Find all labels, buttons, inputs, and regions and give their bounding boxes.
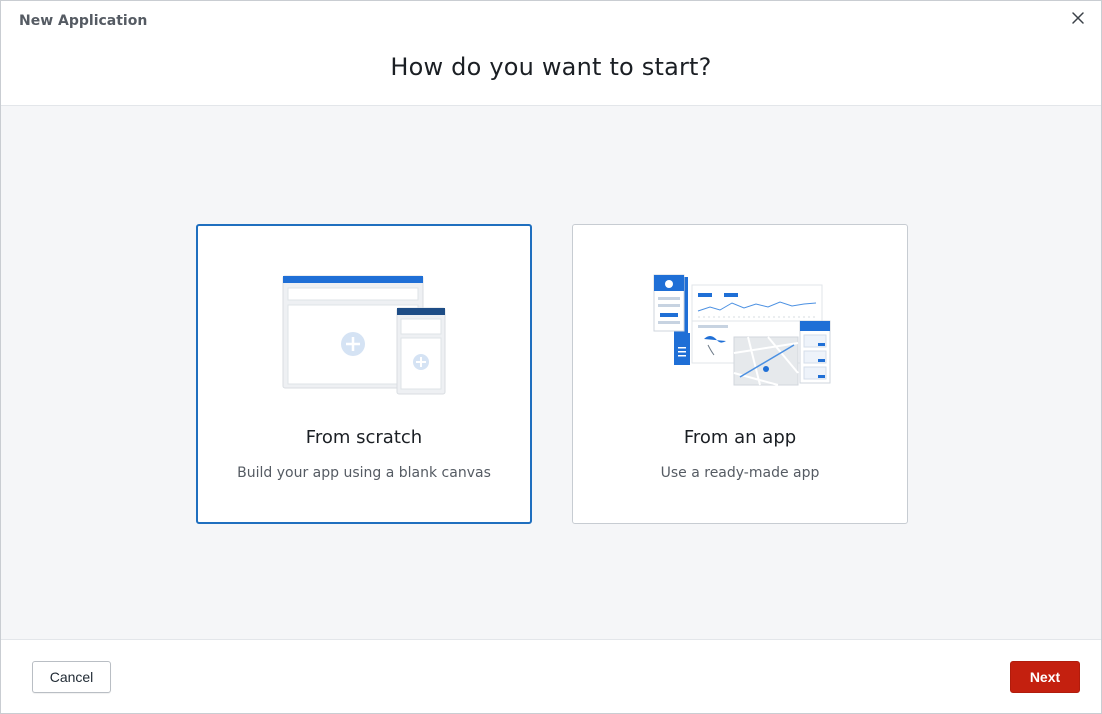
new-application-dialog: New Application How do you want to start…: [0, 0, 1102, 714]
from-scratch-card[interactable]: From scratch Build your app using a blan…: [196, 224, 532, 524]
from-an-app-card[interactable]: From an app Use a ready-made app: [572, 224, 908, 524]
close-button[interactable]: [1069, 9, 1087, 27]
blank-canvas-illustration: [279, 274, 449, 400]
page-title: How do you want to start?: [390, 53, 712, 81]
from-scratch-title: From scratch: [305, 427, 423, 448]
close-icon: [1072, 12, 1084, 24]
options-area: [1, 106, 1101, 639]
ready-made-app-illustration: [648, 273, 832, 393]
from-an-app-title: From an app: [683, 427, 797, 448]
footer-divider: [1, 639, 1101, 640]
from-an-app-subtitle: Use a ready-made app: [660, 465, 820, 481]
cancel-button[interactable]: Cancel: [32, 661, 111, 693]
next-button[interactable]: Next: [1010, 661, 1080, 693]
window-title: New Application: [19, 13, 148, 29]
from-scratch-subtitle: Build your app using a blank canvas: [237, 465, 491, 481]
